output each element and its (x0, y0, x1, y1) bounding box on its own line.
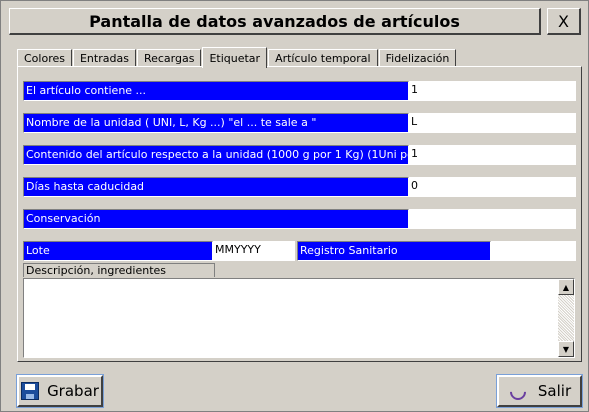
caducidad-label: Días hasta caducidad (23, 177, 409, 197)
tab-entradas[interactable]: Entradas (72, 49, 136, 67)
contenido-label: Contenido del artículo respecto a la uni… (23, 145, 409, 165)
scroll-up-icon[interactable]: ▲ (558, 279, 574, 295)
description-textarea[interactable]: ▲ ▼ (23, 278, 575, 358)
field-row-contenido: Contenido del artículo respecto a la uni… (23, 145, 576, 165)
contenido-input[interactable]: 1 (409, 145, 576, 165)
conservacion-label: Conservación (23, 209, 409, 229)
tab-articulo-temporal[interactable]: Artículo temporal (268, 49, 378, 67)
save-button[interactable]: Grabar (16, 374, 104, 408)
window-title: Pantalla de datos avanzados de artículos (9, 8, 541, 35)
tab-etiquetar[interactable]: Etiquetar (202, 47, 268, 68)
dialog-window: Pantalla de datos avanzados de artículos… (0, 0, 589, 412)
floppy-disk-icon (21, 382, 40, 400)
field-row-conservacion: Conservación (23, 209, 576, 229)
lote-input[interactable]: MMYYYY (213, 241, 295, 261)
tab-recargas[interactable]: Recargas (136, 49, 202, 67)
registro-sanitario-label: Registro Sanitario (297, 241, 491, 261)
scroll-down-icon[interactable]: ▼ (558, 341, 574, 357)
conservacion-input[interactable] (409, 209, 576, 229)
contiene-input[interactable]: 1 (409, 81, 576, 101)
lote-label: Lote (23, 241, 213, 261)
exit-icon (508, 383, 524, 399)
description-label: Descripción, ingredientes (23, 263, 215, 277)
field-row-caducidad: Días hasta caducidad 0 (23, 177, 576, 197)
unidad-input[interactable]: L (409, 113, 576, 133)
save-button-label: Grabar (47, 382, 99, 400)
tab-strip: Colores Entradas Recargas Etiquetar Artí… (17, 47, 457, 68)
contiene-label: El artículo contiene ... (23, 81, 409, 101)
exit-button[interactable]: Salir (496, 374, 583, 408)
tab-colores[interactable]: Colores (17, 49, 72, 67)
exit-button-label: Salir (537, 382, 572, 400)
field-row-lote-registro: Lote MMYYYY Registro Sanitario (23, 241, 576, 261)
registro-sanitario-input[interactable] (491, 241, 576, 261)
close-button[interactable]: X (547, 8, 581, 35)
caducidad-input[interactable]: 0 (409, 177, 576, 197)
field-row-contiene: El artículo contiene ... 1 (23, 81, 576, 101)
tab-fidelizacion[interactable]: Fidelización (378, 49, 457, 67)
unidad-label: Nombre de la unidad ( UNI, L, Kg ...) "e… (23, 113, 409, 133)
field-row-unidad: Nombre de la unidad ( UNI, L, Kg ...) "e… (23, 113, 576, 133)
description-scrollbar[interactable]: ▲ ▼ (558, 279, 574, 357)
